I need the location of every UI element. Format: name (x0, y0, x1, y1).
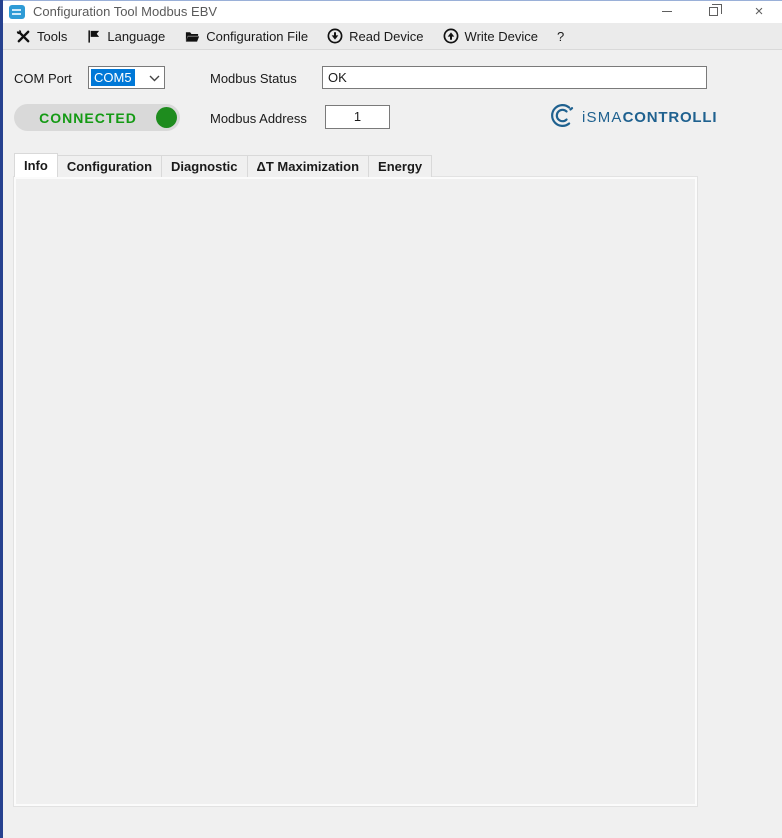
com-port-label: COM Port (14, 71, 72, 86)
restore-button[interactable] (690, 0, 736, 23)
menu-configuration-file-label: Configuration File (206, 29, 308, 44)
chevron-down-icon (149, 70, 160, 85)
folder-icon (184, 29, 200, 44)
window-frame-top (0, 0, 782, 1)
titlebar: Configuration Tool Modbus EBV × (0, 0, 782, 23)
menu-language[interactable]: Language (78, 23, 176, 49)
upload-circle-icon (443, 28, 459, 44)
menu-read-device[interactable]: Read Device (319, 23, 434, 49)
menubar: Tools Language Configuration File Read D… (0, 23, 782, 50)
tab-info[interactable]: Info (14, 153, 58, 177)
download-circle-icon (327, 28, 343, 44)
close-button[interactable]: × (736, 0, 782, 23)
window-controls: × (644, 0, 782, 23)
app-window: Configuration Tool Modbus EBV × Tools La… (0, 0, 782, 838)
menu-language-label: Language (107, 29, 165, 44)
brand-logo: iSMACONTROLLI (549, 103, 717, 131)
connected-status-button[interactable]: CONNECTED (14, 104, 180, 131)
tab-diagnostic[interactable]: Diagnostic (161, 155, 247, 177)
isma-controlli-logo-icon (549, 102, 576, 132)
menu-read-device-label: Read Device (349, 29, 423, 44)
tab-panel-info (14, 177, 697, 806)
close-icon: × (755, 4, 764, 19)
window-title: Configuration Tool Modbus EBV (33, 4, 217, 19)
tabstrip: Info Configuration Diagnostic ΔT Maximiz… (14, 153, 431, 177)
tab-configuration[interactable]: Configuration (57, 155, 162, 177)
com-port-select[interactable]: COM5 (88, 66, 165, 89)
tab-dt-maximization[interactable]: ΔT Maximization (247, 155, 370, 177)
modbus-status-label: Modbus Status (210, 71, 297, 86)
modbus-status-field[interactable]: OK (322, 66, 707, 89)
window-frame-accent (0, 0, 3, 838)
brand-logo-text: iSMACONTROLLI (582, 109, 717, 126)
tools-icon (16, 29, 31, 44)
menu-configuration-file[interactable]: Configuration File (176, 23, 319, 49)
connected-status-label: CONNECTED (39, 110, 137, 126)
tab-energy[interactable]: Energy (368, 155, 432, 177)
menu-help[interactable]: ? (549, 23, 575, 49)
modbus-address-field[interactable]: 1 (325, 105, 390, 129)
modbus-address-label: Modbus Address (210, 111, 307, 126)
minimize-icon (662, 11, 672, 12)
menu-help-label: ? (557, 29, 564, 44)
menu-write-device[interactable]: Write Device (435, 23, 549, 49)
app-icon (9, 5, 25, 19)
minimize-button[interactable] (644, 0, 690, 23)
menu-tools-label: Tools (37, 29, 67, 44)
flag-icon (86, 29, 101, 44)
restore-icon (709, 7, 718, 16)
com-port-selected-value: COM5 (91, 69, 135, 86)
menu-write-device-label: Write Device (465, 29, 538, 44)
connected-status-dot (156, 107, 177, 128)
menu-tools[interactable]: Tools (8, 23, 78, 49)
